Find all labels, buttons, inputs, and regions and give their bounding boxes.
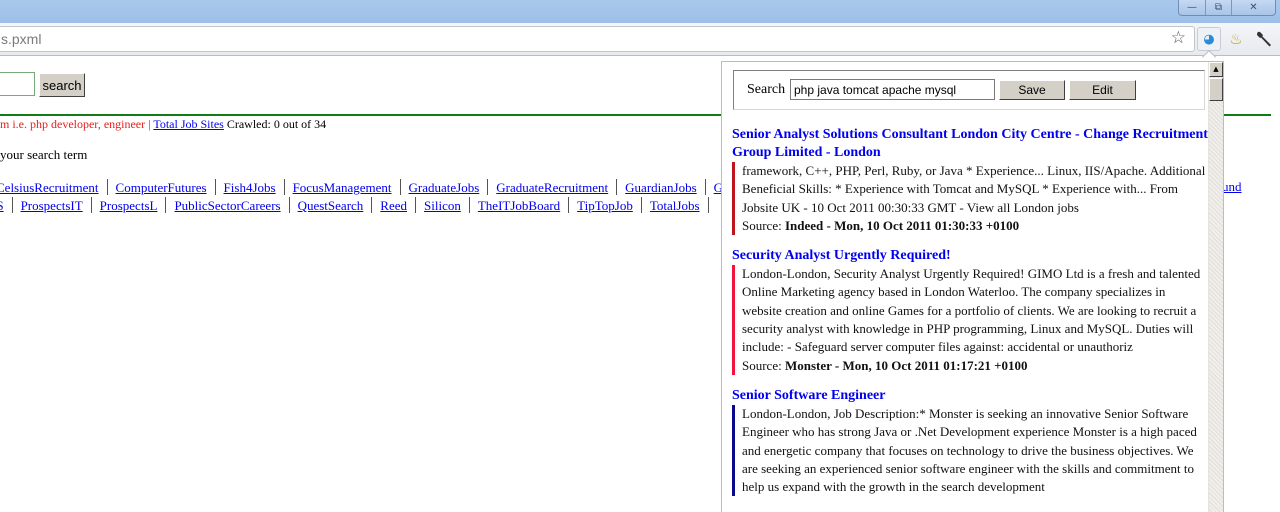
job-site-link[interactable]: GuardianJobs	[625, 180, 697, 195]
scroll-thumb[interactable]	[1209, 78, 1223, 101]
source-value: Indeed - Mon, 10 Oct 2011 01:30:33 +0100	[784, 217, 1020, 233]
arrow-up-icon: ▲	[1213, 65, 1219, 73]
source-label: Source:	[742, 217, 782, 233]
job-description: London-London, Job Description:* Monster…	[742, 405, 1197, 495]
job-body: framework, C++, PHP, Perl, Ruby, or Java…	[732, 162, 1208, 236]
total-job-sites-link[interactable]: Total Job Sites	[153, 117, 224, 131]
settings-menu-button[interactable]	[1253, 27, 1277, 51]
job-sites-row: CelsiusRecruitment ComputerFutures Fish4Jo…	[0, 179, 723, 196]
job-description: framework, C++, PHP, Perl, Ruby, or Java…	[742, 163, 1206, 215]
link-separator	[214, 179, 216, 195]
popup-search-panel: Search Save Edit	[733, 70, 1205, 110]
job-site-link[interactable]: QuestSearch	[298, 198, 364, 213]
job-result: Security Analyst Urgently Required! Lond…	[732, 247, 1208, 375]
address-text: s.pxml	[1, 31, 42, 47]
close-icon: ✕	[1249, 2, 1258, 13]
job-site-link[interactable]: FocusManagement	[293, 180, 392, 195]
job-body: London-London, Job Description:* Monster…	[732, 404, 1208, 497]
restore-button[interactable]: ⧉	[1205, 0, 1231, 15]
news-extension-button[interactable]: ♨	[1224, 27, 1248, 51]
search-hint: m i.e. php developer, engineer	[0, 117, 146, 131]
job-search-popup: Search Save Edit Senior Analyst Solution…	[721, 61, 1224, 512]
job-site-link[interactable]: CelsiusRecruitment	[0, 180, 99, 195]
job-site-link[interactable]: GraduateJobs	[409, 180, 480, 195]
job-site-link[interactable]: und	[1222, 179, 1242, 195]
job-site-link[interactable]: GraduateRecruitment	[496, 180, 608, 195]
job-site-link[interactable]: PublicSectorCareers	[174, 198, 280, 213]
separator: |	[148, 117, 151, 131]
minimize-icon: —	[1187, 2, 1197, 13]
results-list: Senior Analyst Solutions Consultant Lond…	[732, 126, 1208, 508]
link-separator	[707, 197, 709, 213]
link-separator	[415, 197, 417, 213]
wrench-icon	[1257, 31, 1271, 47]
address-bar[interactable]: s.pxml ☆	[0, 26, 1195, 52]
link-separator	[90, 197, 92, 213]
job-site-link[interactable]: Reed	[380, 198, 407, 213]
edit-button[interactable]: Edit	[1069, 80, 1136, 100]
job-source: Source: Indeed - Mon, 10 Oct 2011 01:30:…	[742, 217, 1208, 235]
close-button[interactable]: ✕	[1231, 0, 1275, 15]
job-site-link[interactable]: Silicon	[424, 198, 461, 213]
link-separator	[640, 197, 642, 213]
link-separator	[283, 179, 285, 195]
job-search-input[interactable]	[0, 72, 35, 96]
job-sites-row: IS ProspectsIT ProspectsL PublicSectorCaree…	[0, 197, 717, 214]
restore-icon: ⧉	[1214, 2, 1223, 13]
link-separator	[487, 179, 489, 195]
job-body: London-London, Security Analyst Urgently…	[732, 265, 1208, 375]
job-title-link[interactable]: Senior Software Engineer	[732, 387, 1208, 405]
job-result: Senior Analyst Solutions Consultant Lond…	[732, 126, 1208, 236]
search-term-label: your search term	[0, 147, 88, 162]
source-value: Monster - Mon, 10 Oct 2011 01:17:21 +010…	[784, 357, 1028, 373]
job-source: Source: Monster - Mon, 10 Oct 2011 01:17…	[742, 357, 1208, 375]
crawled-count: Crawled: 0 out of 34	[226, 117, 327, 131]
job-site-link[interactable]: ComputerFutures	[116, 180, 207, 195]
link-separator	[165, 197, 167, 213]
popup-search-input[interactable]	[790, 79, 995, 100]
link-separator	[468, 197, 470, 213]
job-site-link[interactable]: TipTopJob	[577, 198, 633, 213]
job-site-link[interactable]: TotalJobs	[650, 198, 700, 213]
link-separator	[288, 197, 290, 213]
scroll-up-button[interactable]: ▲	[1209, 62, 1223, 77]
search-button[interactable]: search	[39, 73, 85, 97]
popup-scrollbar[interactable]: ▲	[1208, 62, 1223, 512]
bookmark-star-icon[interactable]: ☆	[1171, 28, 1186, 48]
link-separator	[371, 197, 373, 213]
job-result: Senior Software Engineer London-London, …	[732, 387, 1208, 497]
link-separator	[568, 197, 570, 213]
link-separator	[399, 179, 401, 195]
job-site-link[interactable]: IS	[0, 198, 4, 213]
save-button[interactable]: Save	[999, 80, 1065, 100]
job-title-link[interactable]: Security Analyst Urgently Required!	[732, 247, 1208, 265]
flame-logo-icon: ♨	[1229, 30, 1243, 48]
job-site-link[interactable]: TheITJobBoard	[478, 198, 560, 213]
job-site-link[interactable]: ProspectsIT	[21, 198, 83, 213]
popup-content: Search Save Edit Senior Analyst Solution…	[722, 62, 1210, 512]
minimize-button[interactable]: —	[1179, 0, 1205, 15]
source-label: Source:	[742, 357, 782, 373]
window-titlebar: — ⧉ ✕	[0, 0, 1280, 23]
job-description: London-London, Security Analyst Urgently…	[742, 266, 1201, 355]
fish-icon: ◕	[1203, 31, 1215, 47]
job-search-extension-button[interactable]: ◕	[1197, 27, 1221, 51]
job-title-link[interactable]: Senior Analyst Solutions Consultant Lond…	[732, 126, 1208, 162]
link-separator	[704, 179, 706, 195]
popup-search-label: Search	[747, 82, 786, 97]
job-site-link[interactable]: ProspectsL	[100, 198, 158, 213]
browser-toolbar: s.pxml ☆ ◕ ♨	[0, 23, 1280, 56]
link-separator	[106, 179, 108, 195]
status-line: m i.e. php developer, engineer | Total J…	[0, 117, 326, 132]
link-separator	[11, 197, 13, 213]
link-separator	[616, 179, 618, 195]
window-controls: — ⧉ ✕	[1178, 0, 1276, 16]
job-site-link[interactable]: Fish4Jobs	[224, 180, 276, 195]
